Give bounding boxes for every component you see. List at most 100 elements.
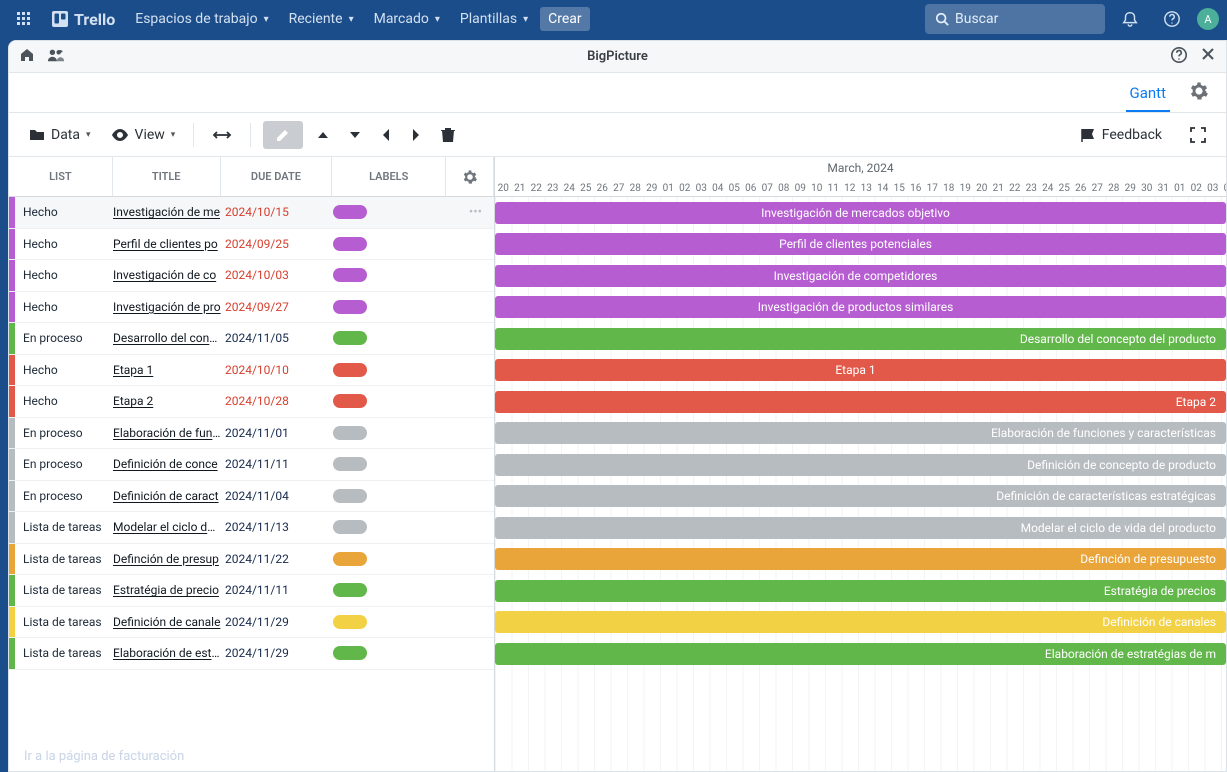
gantt-bar[interactable]: Definición de características estratégic… [495, 485, 1226, 507]
row-title[interactable]: Desarrollo del conce [113, 331, 221, 345]
table-row[interactable]: En procesoDesarrollo del conce2024/11/05 [9, 323, 494, 355]
table-row[interactable]: Lista de tareasDefinción de presup2024/1… [9, 544, 494, 576]
gantt-row[interactable]: Elaboración de funciones y característic… [495, 418, 1226, 450]
row-label [333, 489, 447, 503]
gantt-row[interactable]: Investigación de competidores [495, 260, 1226, 292]
nav-recent[interactable]: Reciente▾ [281, 7, 362, 31]
gantt-row[interactable]: Investigación de mercados objetivo [495, 197, 1226, 229]
nav-create-button[interactable]: Crear [540, 7, 590, 31]
toolbar-fullscreen-icon[interactable] [1184, 123, 1212, 147]
toolbar-expand-icon[interactable] [343, 125, 367, 145]
gantt-row[interactable]: Definición de características estratégic… [495, 481, 1226, 513]
gantt-bar[interactable]: Perfil de clientes potenciales [495, 233, 1226, 255]
table-row[interactable]: Lista de tareasElaboración de estra2024/… [9, 638, 494, 670]
table-row[interactable]: HechoInvestigación de me2024/10/15••• [9, 197, 494, 229]
table-row[interactable]: Lista de tareasDefinición de canale2024/… [9, 607, 494, 639]
row-title[interactable]: Etapa 2 [113, 394, 221, 408]
billing-link[interactable]: Ir a la página de facturación [24, 749, 184, 764]
notifications-icon[interactable] [1113, 6, 1147, 32]
row-label [333, 457, 447, 471]
col-labels[interactable]: LABELS [332, 157, 446, 196]
row-more-icon[interactable]: ••• [447, 205, 494, 220]
gantt-row[interactable]: Perfil de clientes potenciales [495, 229, 1226, 261]
gantt-row[interactable]: Etapa 2 [495, 386, 1226, 418]
row-title[interactable]: Definción de presup [113, 552, 221, 566]
toolbar-feedback[interactable]: Feedback [1074, 123, 1168, 147]
nav-workspaces[interactable]: Espacios de trabajo▾ [127, 7, 276, 31]
nav-templates[interactable]: Plantillas▾ [452, 7, 536, 31]
row-title[interactable]: Estratégia de precio [113, 583, 221, 597]
gantt-bar[interactable]: Definción de presupuesto [495, 548, 1226, 570]
table-row[interactable]: Lista de tareasEstratégia de precio2024/… [9, 575, 494, 607]
gantt-bar[interactable]: Investigación de mercados objetivo [495, 202, 1226, 224]
col-title[interactable]: TITLE [113, 157, 221, 196]
gantt-bar[interactable]: Elaboración de funciones y característic… [495, 422, 1226, 444]
home-icon[interactable] [19, 47, 35, 67]
toolbar-next-icon[interactable] [405, 124, 427, 146]
toolbar-edit-icon[interactable] [263, 121, 303, 149]
trello-logo[interactable]: Trello [44, 6, 123, 33]
gantt-row[interactable]: Elaboración de estratégias de m [495, 638, 1226, 670]
gantt-bar[interactable]: Definición de concepto de producto [495, 454, 1226, 476]
nav-starred[interactable]: Marcado▾ [366, 7, 448, 31]
table-row[interactable]: HechoEtapa 22024/10/28 [9, 386, 494, 418]
gantt-row[interactable]: Definición de concepto de producto [495, 449, 1226, 481]
row-title[interactable]: Investigación de co [113, 268, 221, 282]
gantt-row[interactable]: Definción de presupuesto [495, 544, 1226, 576]
gantt-row[interactable]: Investigación de productos similares [495, 292, 1226, 324]
row-title[interactable]: Modelar el ciclo de v [113, 520, 221, 534]
table-row[interactable]: Lista de tareasModelar el ciclo de v2024… [9, 512, 494, 544]
row-title[interactable]: Definición de caract [113, 489, 221, 503]
toolbar-prev-icon[interactable] [375, 124, 397, 146]
table-row[interactable]: En procesoElaboración de funci2024/11/01 [9, 418, 494, 450]
gantt-bar[interactable]: Definición de canales [495, 611, 1226, 633]
gantt-bar[interactable]: Investigación de productos similares [495, 296, 1226, 318]
row-title[interactable]: Investigación de pro [113, 300, 221, 314]
row-title[interactable]: Investigación de me [113, 205, 221, 219]
table-row[interactable]: HechoInvestigación de pro2024/09/27 [9, 292, 494, 324]
gantt-row[interactable]: Etapa 1 [495, 355, 1226, 387]
toolbar-fit-icon[interactable] [206, 124, 238, 146]
gantt-row[interactable]: Estratégia de precios [495, 575, 1226, 607]
toolbar-collapse-icon[interactable] [311, 125, 335, 145]
tab-settings-icon[interactable] [1186, 78, 1212, 108]
table-row[interactable]: En procesoDefinición de caract2024/11/04 [9, 481, 494, 513]
row-title[interactable]: Definición de conce [113, 457, 221, 471]
gantt-bar[interactable]: Estratégia de precios [495, 580, 1226, 602]
help-icon[interactable] [1155, 6, 1189, 32]
gantt-bar[interactable]: Etapa 2 [495, 391, 1226, 413]
table-row[interactable]: HechoPerfil de clientes po2024/09/25 [9, 229, 494, 261]
user-avatar[interactable]: A [1197, 8, 1219, 30]
gantt-bar[interactable]: Desarrollo del concepto del producto [495, 328, 1226, 350]
gantt-row[interactable]: Modelar el ciclo de vida del producto [495, 512, 1226, 544]
row-title[interactable]: Perfil de clientes po [113, 237, 221, 251]
panel-help-icon[interactable] [1170, 46, 1188, 68]
gantt-row[interactable]: Definición de canales [495, 607, 1226, 639]
table-row[interactable]: HechoEtapa 12024/10/10 [9, 355, 494, 387]
gantt-row[interactable]: Desarrollo del concepto del producto [495, 323, 1226, 355]
gantt-bar[interactable]: Elaboración de estratégias de m [495, 643, 1226, 665]
col-list[interactable]: LIST [9, 157, 113, 196]
col-settings-icon[interactable] [446, 157, 494, 196]
gantt-bar[interactable]: Modelar el ciclo de vida del producto [495, 517, 1226, 539]
toolbar-view[interactable]: View▾ [105, 123, 182, 147]
toolbar-data[interactable]: Data▾ [23, 123, 97, 147]
tab-gantt[interactable]: Gantt [1126, 76, 1170, 112]
row-label [333, 300, 447, 314]
table-row[interactable]: En procesoDefinición de conce2024/11/11 [9, 449, 494, 481]
gantt-bar[interactable]: Etapa 1 [495, 359, 1226, 381]
panel-close-icon[interactable] [1200, 46, 1216, 68]
row-title[interactable]: Etapa 1 [113, 363, 221, 377]
table-row[interactable]: HechoInvestigación de co2024/10/03 [9, 260, 494, 292]
members-icon[interactable] [47, 47, 65, 67]
row-title[interactable]: Elaboración de funci [113, 426, 221, 440]
col-due[interactable]: DUE DATE [221, 157, 333, 196]
apps-icon[interactable] [8, 7, 40, 31]
toolbar-delete-icon[interactable] [435, 123, 461, 147]
row-title[interactable]: Definición de canale [113, 615, 221, 629]
gantt-bar[interactable]: Investigación de competidores [495, 265, 1226, 287]
row-due-date: 2024/11/05 [221, 331, 333, 345]
row-list: En proceso [15, 457, 113, 471]
nav-search[interactable]: Buscar [925, 4, 1105, 34]
row-title[interactable]: Elaboración de estra [113, 646, 221, 660]
